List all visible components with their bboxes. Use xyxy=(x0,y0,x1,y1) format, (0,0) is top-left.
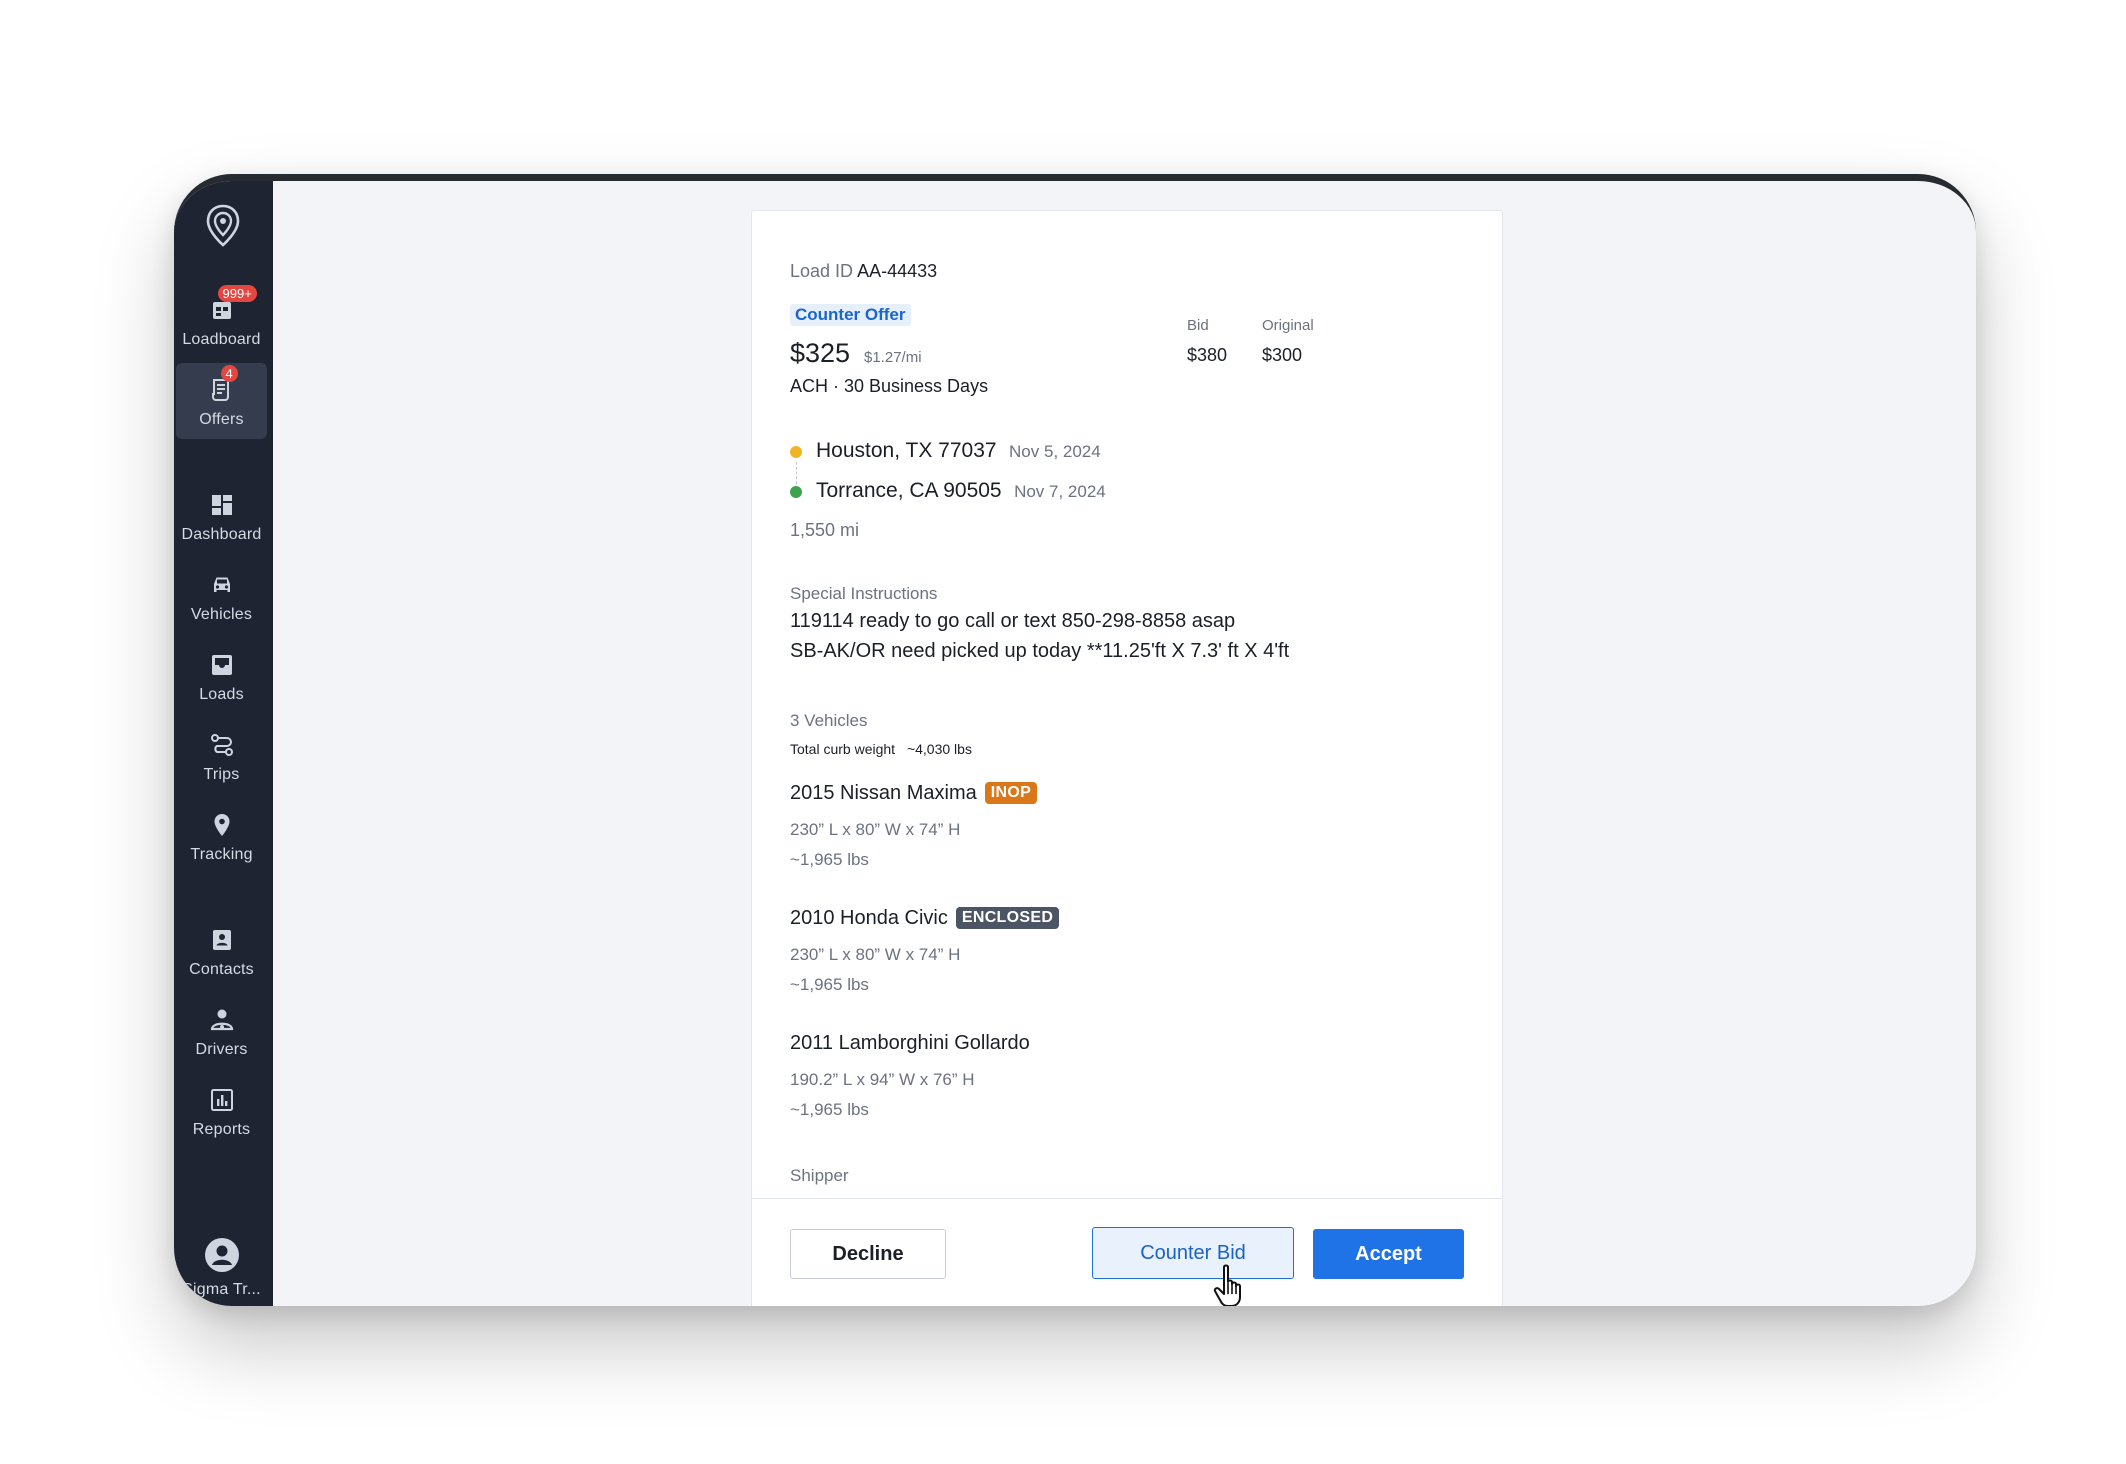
sidebar-item-label: Trips xyxy=(203,766,240,783)
load-id-label: Load ID xyxy=(790,261,854,281)
original-value: $300 xyxy=(1262,345,1303,365)
vehicle-dimensions: 190.2” L x 94” W x 76” H xyxy=(790,1070,975,1089)
load-id: Load ID AA-44433 xyxy=(790,261,937,282)
instructions-line-1: 119114 ready to go call or text 850-298-… xyxy=(790,610,1236,632)
sidebar-item-label: Offers xyxy=(199,411,244,428)
vehicle-dimensions: 230” L x 80” W x 74” H xyxy=(790,945,961,964)
vehicle-weight: ~1,965 lbs xyxy=(790,1100,869,1119)
vehicle-dimensions: 230” L x 80” W x 74” H xyxy=(790,820,961,839)
sidebar-account[interactable]: Sigma Tr... xyxy=(176,1221,267,1306)
contacts-icon xyxy=(209,927,235,953)
sidebar-item-label: Contacts xyxy=(189,961,254,978)
delivery-dot xyxy=(790,486,802,498)
shipper-label: Shipper xyxy=(790,1166,849,1185)
decline-button[interactable]: Decline xyxy=(790,1229,946,1279)
offer-status: Counter Offer xyxy=(790,304,911,326)
instructions-line-2: SB-AK/OR need picked up today **11.25'ft… xyxy=(790,640,1290,662)
dashboard-icon xyxy=(209,492,235,518)
price-per-mile: $1.27/mi xyxy=(864,349,922,366)
logo-icon[interactable] xyxy=(204,203,242,249)
location-pin-icon xyxy=(209,812,235,838)
bar-chart-icon xyxy=(209,1087,235,1113)
vehicle-name: 2010 Honda Civic xyxy=(790,907,948,929)
sidebar-item-label: Loads xyxy=(199,686,244,703)
account-name: Sigma Tr... xyxy=(182,1281,261,1298)
vehicle-item-1-title: 2015 Nissan Maxima INOP xyxy=(790,782,1038,805)
sidebar-item-dashboard[interactable]: Dashboard xyxy=(176,478,267,554)
vehicle-item-3-title: 2011 Lamborghini Gollardo xyxy=(790,1032,1030,1055)
curb-weight: Total curb weight ~4,030 lbs xyxy=(790,741,972,757)
vehicle-weight: ~1,965 lbs xyxy=(790,850,869,869)
sidebar-item-label: Loadboard xyxy=(182,331,261,348)
vehicle-item-2-title: 2010 Honda Civic ENCLOSED xyxy=(790,907,1060,930)
offers-icon: 4 xyxy=(209,365,238,403)
route-distance: 1,550 mi xyxy=(790,520,860,540)
sidebar-item-reports[interactable]: Reports xyxy=(176,1073,267,1149)
sidebar-item-label: Reports xyxy=(192,1121,251,1138)
pickup-stop: Houston, TX 77037 Nov 5, 2024 xyxy=(816,439,1101,463)
inop-badge: INOP xyxy=(984,782,1038,804)
loadboard-badge: 999+ xyxy=(217,285,257,302)
payment-terms: ACH · 30 Business Days xyxy=(790,376,989,396)
vehicle-name: 2015 Nissan Maxima xyxy=(790,782,977,804)
delivery-stop: Torrance, CA 90505 Nov 7, 2024 xyxy=(816,479,1106,503)
driver-icon xyxy=(209,1007,235,1033)
user-avatar-icon xyxy=(204,1237,240,1273)
route-icon xyxy=(209,732,235,758)
sidebar-item-label: Drivers xyxy=(195,1041,248,1058)
sidebar-item-tracking[interactable]: Tracking xyxy=(176,798,267,874)
sidebar-item-label: Tracking xyxy=(190,846,253,863)
offer-detail-card: Load ID AA-44433 Counter Offer $325 $1.2… xyxy=(751,210,1503,1306)
bid-value: $380 xyxy=(1187,345,1228,365)
sidebar-item-contacts[interactable]: Contacts xyxy=(176,913,267,989)
vehicle-count: 3 Vehicles xyxy=(790,711,868,730)
offer-price: $325 xyxy=(790,338,851,368)
offers-badge: 4 xyxy=(220,365,238,382)
instructions-label: Special Instructions xyxy=(790,584,938,603)
curb-weight-label: Total curb weight xyxy=(790,741,896,757)
vehicle-weight: ~1,965 lbs xyxy=(790,975,869,994)
car-icon xyxy=(209,572,235,598)
route-connector xyxy=(796,462,797,484)
inbox-icon xyxy=(209,652,235,678)
bid-label: Bid xyxy=(1187,317,1209,334)
delivery-location: Torrance, CA 90505 xyxy=(816,479,1002,502)
sidebar-item-vehicles[interactable]: Vehicles xyxy=(176,558,267,634)
accept-button[interactable]: Accept xyxy=(1313,1229,1464,1279)
sidebar-item-trips[interactable]: Trips xyxy=(176,718,267,794)
pickup-dot xyxy=(790,446,802,458)
hand-cursor-icon xyxy=(1213,1264,1241,1306)
sidebar-item-loadboard[interactable]: 999+ Loadboard xyxy=(176,283,267,359)
vehicle-name: 2011 Lamborghini Gollardo xyxy=(790,1032,1030,1054)
pickup-location: Houston, TX 77037 xyxy=(816,439,997,462)
app-window: 999+ Loadboard 4 Offers Dashboard Vehicl… xyxy=(174,174,1976,1306)
counter-offer-tag: Counter Offer xyxy=(790,304,911,326)
sidebar-item-label: Dashboard xyxy=(181,526,262,543)
original-label: Original xyxy=(1262,317,1314,334)
curb-weight-value: ~4,030 lbs xyxy=(906,741,972,757)
action-bar: Decline Counter Bid Accept xyxy=(752,1198,1502,1306)
sidebar: 999+ Loadboard 4 Offers Dashboard Vehicl… xyxy=(174,181,273,1306)
pickup-date: Nov 5, 2024 xyxy=(1009,442,1101,461)
sidebar-item-offers[interactable]: 4 Offers xyxy=(176,363,267,439)
sidebar-item-label: Vehicles xyxy=(190,606,253,623)
enclosed-badge: ENCLOSED xyxy=(955,907,1060,929)
sidebar-item-loads[interactable]: Loads xyxy=(176,638,267,714)
loadboard-icon: 999+ xyxy=(209,285,257,323)
delivery-date: Nov 7, 2024 xyxy=(1014,482,1106,501)
counter-bid-button[interactable]: Counter Bid xyxy=(1092,1227,1294,1279)
sidebar-item-drivers[interactable]: Drivers xyxy=(176,993,267,1069)
load-id-value: AA-44433 xyxy=(857,261,938,281)
